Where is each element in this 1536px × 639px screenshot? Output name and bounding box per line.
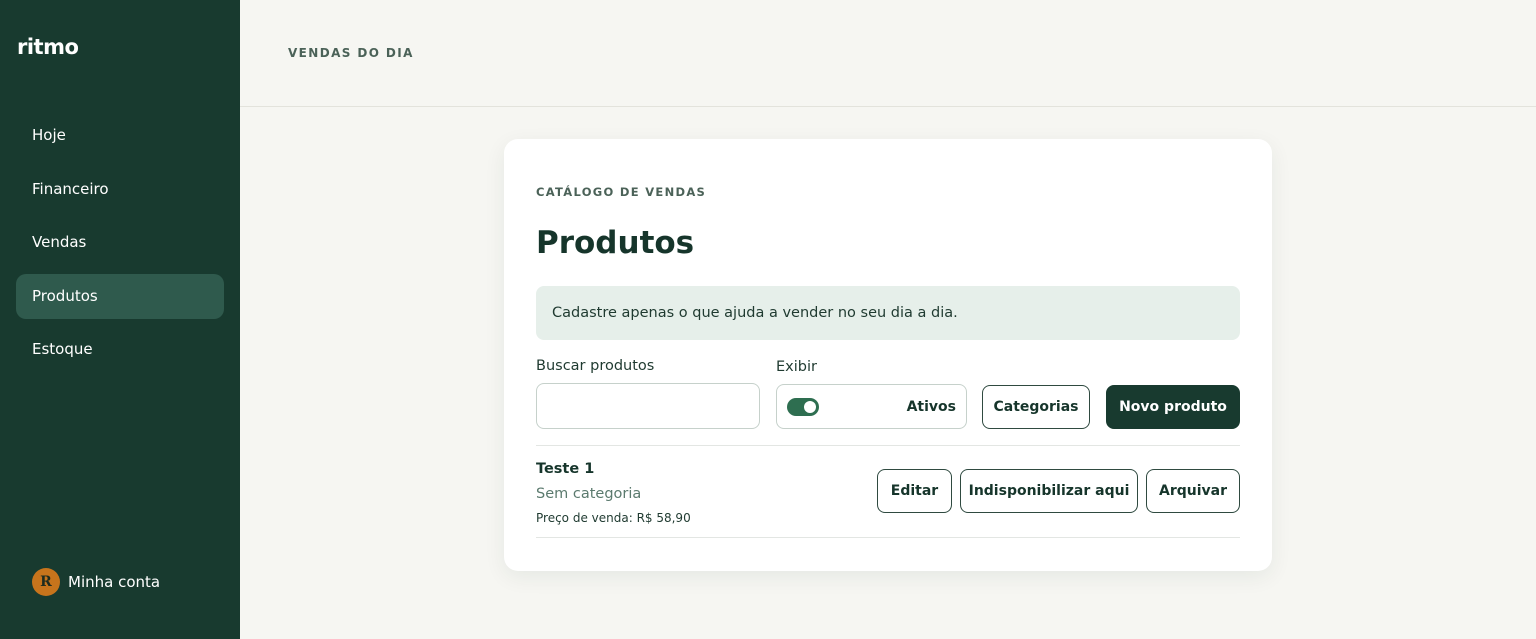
- active-filter-toggle[interactable]: Ativos: [776, 384, 967, 429]
- top-bar: VENDAS DO DIA: [240, 0, 1536, 107]
- sidebar-item-financeiro[interactable]: Financeiro: [16, 167, 224, 212]
- make-unavailable-button[interactable]: Indisponibilizar aqui: [960, 469, 1138, 513]
- sidebar: ritmo Hoje Financeiro Vendas Produtos Es…: [0, 0, 240, 639]
- product-name: Teste 1: [536, 461, 595, 477]
- toggle-switch[interactable]: [787, 397, 819, 416]
- products-card: CATÁLOGO DE VENDAS Produtos Cadastre ape…: [504, 139, 1272, 571]
- search-label: Buscar produtos: [536, 358, 655, 374]
- divider: [536, 537, 1240, 538]
- sidebar-item-produtos[interactable]: Produtos: [16, 273, 224, 319]
- account-menu[interactable]: R Minha conta: [32, 568, 160, 596]
- card-eyebrow: CATÁLOGO DE VENDAS: [536, 185, 707, 199]
- info-banner: Cadastre apenas o que ajuda a vender no …: [536, 286, 1240, 340]
- divider: [536, 445, 1240, 446]
- product-price: Preço de venda: R$ 58,90: [536, 511, 691, 525]
- app-logo[interactable]: ritmo: [17, 35, 79, 59]
- sidebar-nav: Hoje Financeiro Vendas Produtos Estoque: [16, 113, 224, 381]
- filter-label: Exibir: [776, 359, 817, 375]
- page-title: Produtos: [536, 225, 695, 261]
- sidebar-item-hoje[interactable]: Hoje: [16, 113, 224, 158]
- new-product-button[interactable]: Novo produto: [1106, 385, 1240, 429]
- search-input[interactable]: [536, 383, 760, 429]
- edit-button[interactable]: Editar: [877, 469, 952, 513]
- page-section-title: VENDAS DO DIA: [288, 46, 414, 60]
- archive-button[interactable]: Arquivar: [1146, 469, 1240, 513]
- toggle-label: Ativos: [906, 398, 956, 415]
- categories-button[interactable]: Categorias: [982, 385, 1090, 429]
- sidebar-item-vendas[interactable]: Vendas: [16, 220, 224, 265]
- avatar: R: [32, 568, 60, 596]
- product-category: Sem categoria: [536, 486, 642, 502]
- account-label: Minha conta: [68, 573, 161, 591]
- sidebar-item-estoque[interactable]: Estoque: [16, 327, 224, 372]
